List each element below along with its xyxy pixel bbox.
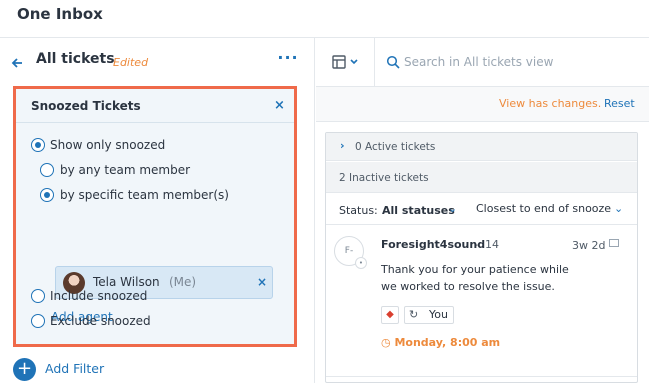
- view-changes-bar: View has changes. Reset: [316, 87, 649, 122]
- ticket-panel: View has changes. Reset › 0 Active ticke…: [316, 38, 649, 383]
- radio-label-show-only: Show only snoozed: [50, 138, 166, 152]
- envelope-icon: [609, 239, 619, 247]
- agent-me-label: (Me): [169, 275, 197, 289]
- agent-name: Tela Wilson: [93, 275, 160, 289]
- sort-dropdown[interactable]: Closest to end of snooze: [476, 202, 611, 215]
- chevron-down-icon[interactable]: ⌄: [448, 202, 457, 215]
- user-icon: •: [355, 257, 367, 269]
- snooze-until: ◷ Monday, 8:00 am: [381, 336, 501, 349]
- filter-title: Snoozed Tickets: [31, 99, 141, 113]
- view-title: All tickets: [36, 51, 115, 67]
- list-item[interactable]: [326, 376, 637, 382]
- snoozed-filter-card: Snoozed Tickets × Show only snoozed by a…: [13, 86, 297, 347]
- status-sort-row: Status: All statuses ⌄ Closest to end of…: [326, 194, 637, 225]
- status-dropdown[interactable]: All statuses: [382, 204, 455, 217]
- search-icon: [386, 54, 400, 69]
- app-title: One Inbox: [17, 5, 103, 23]
- radio-label-include: Include snoozed: [50, 289, 148, 303]
- layout-icon[interactable]: [316, 38, 375, 87]
- close-icon[interactable]: ×: [274, 98, 285, 113]
- radio-show-only-snoozed[interactable]: [31, 138, 45, 152]
- add-filter-icon[interactable]: +: [13, 358, 36, 381]
- chevron-right-icon: ›: [340, 139, 345, 152]
- assignee-name: You: [429, 308, 448, 321]
- ticket-id: 14: [485, 238, 499, 251]
- ticket-list: › 0 Active tickets 2 Inactive tickets St…: [325, 132, 638, 383]
- radio-exclude-snoozed[interactable]: [31, 314, 45, 328]
- chevron-down-icon[interactable]: ⌄: [614, 202, 623, 215]
- filter-panel: All tickets Edited ··· Snoozed Tickets ×…: [0, 38, 315, 383]
- ticket-customer-name: Foresight4sound: [381, 238, 486, 251]
- assignee-badge: ↻ You: [404, 306, 454, 324]
- radio-label-exclude: Exclude snoozed: [50, 314, 151, 328]
- snooze-time: Monday, 8:00 am: [394, 336, 501, 349]
- ticket-message: Thank you for your patience while we wor…: [381, 263, 569, 293]
- status-label: Status:: [339, 204, 378, 217]
- search-input[interactable]: [404, 52, 644, 72]
- ticket-separator: -: [474, 238, 478, 251]
- filter-header: Snoozed Tickets ×: [16, 89, 294, 123]
- view-changes-text: View has changes.: [499, 97, 602, 110]
- radio-label-by-any: by any team member: [60, 163, 191, 177]
- inactive-tickets-label: 2 Inactive tickets: [339, 172, 429, 184]
- active-tickets-label: 0 Active tickets: [355, 141, 436, 153]
- refresh-icon: ↻: [409, 308, 419, 321]
- more-options-icon[interactable]: ···: [277, 50, 299, 72]
- top-bar: One Inbox: [0, 0, 649, 38]
- arrow-left-icon[interactable]: [9, 55, 25, 71]
- toolbar: [316, 38, 649, 87]
- priority-icon: ◆: [381, 306, 399, 324]
- edited-label: Edited: [113, 56, 149, 69]
- active-tickets-row[interactable]: › 0 Active tickets: [326, 133, 637, 161]
- radio-by-any-team-member[interactable]: [40, 163, 54, 177]
- radio-by-specific-member[interactable]: [40, 188, 54, 202]
- radio-label-by-specific: by specific team member(s): [60, 188, 229, 202]
- add-filter-button[interactable]: Add Filter: [45, 361, 104, 376]
- radio-include-snoozed[interactable]: [31, 289, 45, 303]
- ticket-age: 3w 2d: [572, 239, 606, 252]
- reset-link[interactable]: Reset: [604, 97, 635, 110]
- remove-agent-icon[interactable]: ×: [257, 275, 267, 289]
- list-item[interactable]: F- • Foresight4sound - 14 3w 2d Thank yo…: [326, 226, 637, 368]
- inactive-tickets-row: 2 Inactive tickets: [326, 162, 637, 193]
